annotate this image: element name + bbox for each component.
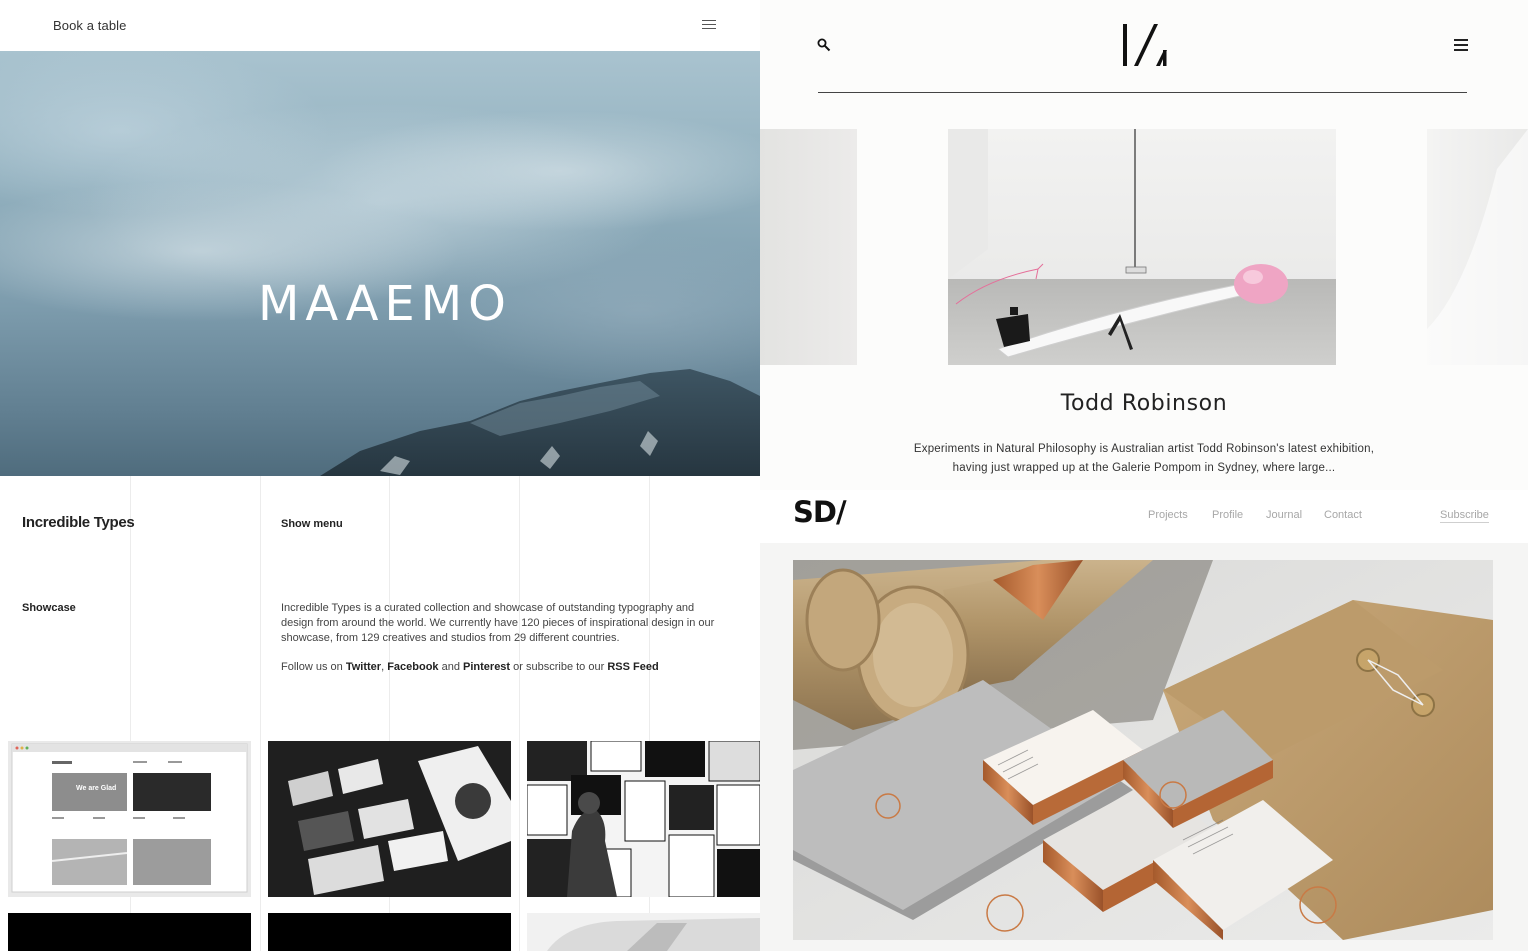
sd-header	[760, 490, 1528, 543]
thumbnail-caption: We are Glad	[76, 785, 117, 792]
facebook-link[interactable]: Facebook	[387, 661, 438, 673]
maaemo-logo: MAAEMO	[258, 276, 512, 332]
book-a-table-link[interactable]: Book a table	[53, 18, 126, 33]
brand-monogram-logo[interactable]	[1120, 20, 1170, 70]
nav-contact[interactable]: Contact	[1324, 509, 1362, 521]
menu-icon[interactable]	[1454, 39, 1468, 51]
site-logo[interactable]: Incredible Types	[22, 514, 135, 531]
carousel-next-slide[interactable]	[1427, 129, 1528, 365]
hero-image-clouds: MAAEMO	[0, 51, 760, 476]
nav-projects[interactable]: Projects	[1148, 509, 1188, 521]
showcase-thumbnail[interactable]	[8, 913, 251, 951]
artist-title[interactable]: Todd Robinson	[760, 391, 1528, 416]
follow-text: Follow us on Twitter, Facebook and Pinte…	[281, 660, 726, 675]
follow-prefix: Follow us on	[281, 661, 346, 673]
search-icon[interactable]	[817, 38, 831, 52]
grid-line	[260, 476, 261, 951]
follow-or-subscribe: or subscribe to our	[510, 661, 608, 673]
header-divider	[818, 92, 1467, 93]
showcase-thumbnail[interactable]	[527, 741, 760, 897]
sd-logo[interactable]: SD/	[793, 495, 847, 529]
sd-studio-panel: SD/ Projects Profile Journal Contact Sub…	[760, 490, 1528, 951]
todd-robinson-panel: Todd Robinson Experiments in Natural Phi…	[760, 0, 1528, 490]
project-photo-stationery[interactable]	[793, 560, 1493, 940]
grid-line	[519, 476, 520, 951]
mountain-silhouette	[0, 111, 760, 476]
showcase-thumbnail[interactable]: We are Glad	[8, 741, 251, 897]
showcase-thumbnail[interactable]	[268, 741, 511, 897]
nav-journal[interactable]: Journal	[1266, 509, 1302, 521]
showcase-thumbnail[interactable]	[268, 913, 511, 951]
artwork-image[interactable]	[948, 129, 1336, 365]
pinterest-link[interactable]: Pinterest	[463, 661, 510, 673]
showcase-link[interactable]: Showcase	[22, 602, 76, 614]
show-menu-button[interactable]: Show menu	[281, 518, 343, 530]
showcase-thumbnail[interactable]	[527, 913, 760, 951]
incredible-types-panel: Incredible Types Show menu Showcase Incr…	[0, 476, 760, 951]
follow-and: and	[438, 661, 464, 673]
intro-text: Incredible Types is a curated collection…	[281, 602, 715, 644]
twitter-link[interactable]: Twitter	[346, 661, 381, 673]
menu-icon[interactable]	[702, 19, 716, 31]
maaemo-panel: Book a table MAAEMO	[0, 0, 760, 476]
carousel-prev-slide[interactable]	[760, 129, 857, 365]
article-excerpt: Experiments in Natural Philosophy is Aus…	[913, 443, 1375, 474]
nav-profile[interactable]: Profile	[1212, 509, 1243, 521]
subscribe-link[interactable]: Subscribe	[1440, 509, 1489, 523]
rss-feed-link[interactable]: RSS Feed	[607, 661, 658, 673]
